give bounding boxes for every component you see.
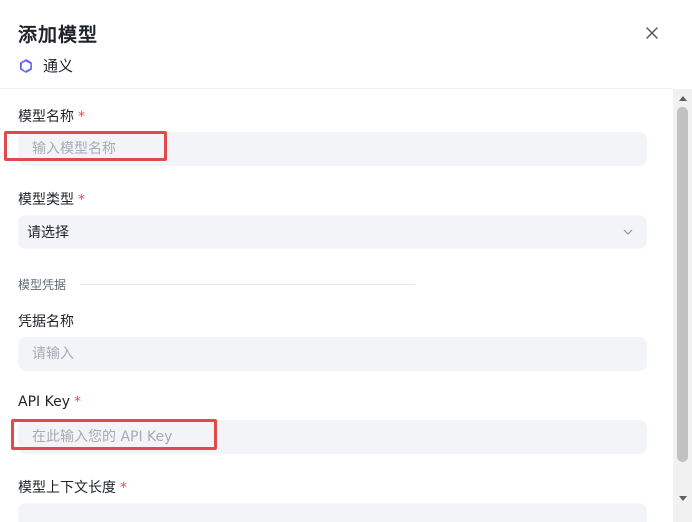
add-model-dialog: 添加模型 通义 模型名称* 模型类型* 请选择: [0, 0, 692, 522]
model-name-label: 模型名称 *: [18, 106, 85, 126]
credentials-section-header: 模型凭据: [18, 276, 416, 293]
context-length-label-text: 模型上下文长度: [18, 480, 116, 496]
model-type-label-text: 模型类型: [18, 192, 74, 208]
context-length-label: 模型上下文长度 *: [18, 477, 127, 497]
model-name-field[interactable]: [18, 132, 647, 166]
close-icon: [646, 27, 658, 39]
api-key-input[interactable]: [30, 429, 635, 445]
credential-name-input[interactable]: [30, 346, 635, 362]
scroll-down-arrow-icon[interactable]: [673, 490, 692, 506]
required-mark: *: [78, 192, 85, 208]
model-type-select-value: 请选择: [27, 225, 69, 241]
credential-name-label-text: 凭据名称: [18, 314, 74, 330]
scrollbar[interactable]: [673, 89, 692, 522]
model-name-input[interactable]: [30, 141, 635, 157]
credentials-section-label: 模型凭据: [18, 278, 67, 292]
api-key-label-text: API Key: [18, 394, 70, 410]
required-mark: *: [73, 394, 81, 410]
credential-name-field[interactable]: [18, 337, 647, 371]
model-name-label-text: 模型名称: [18, 109, 74, 125]
model-type-select[interactable]: 请选择: [18, 215, 647, 249]
scroll-up-arrow-icon[interactable]: [673, 90, 692, 106]
credential-name-label: 凭据名称: [18, 311, 74, 331]
tongyi-logo-icon: [20, 58, 32, 73]
chevron-down-icon: [621, 225, 635, 239]
api-key-label: API Key *: [18, 394, 81, 410]
provider-name: 通义: [43, 57, 74, 75]
model-type-label: 模型类型 *: [18, 189, 85, 209]
section-divider: [80, 284, 416, 285]
required-mark: *: [78, 109, 85, 125]
dialog-title: 添加模型: [18, 24, 99, 46]
scrollbar-thumb[interactable]: [677, 107, 688, 462]
form-scroll-area: 模型名称* 模型类型* 请选择 模型凭据 凭据名称 API Ke: [0, 89, 672, 522]
provider-info: 通义: [18, 55, 73, 76]
api-key-field[interactable]: [18, 420, 647, 454]
context-length-field[interactable]: [18, 503, 647, 522]
close-button[interactable]: [643, 24, 661, 42]
required-mark: *: [120, 480, 127, 496]
